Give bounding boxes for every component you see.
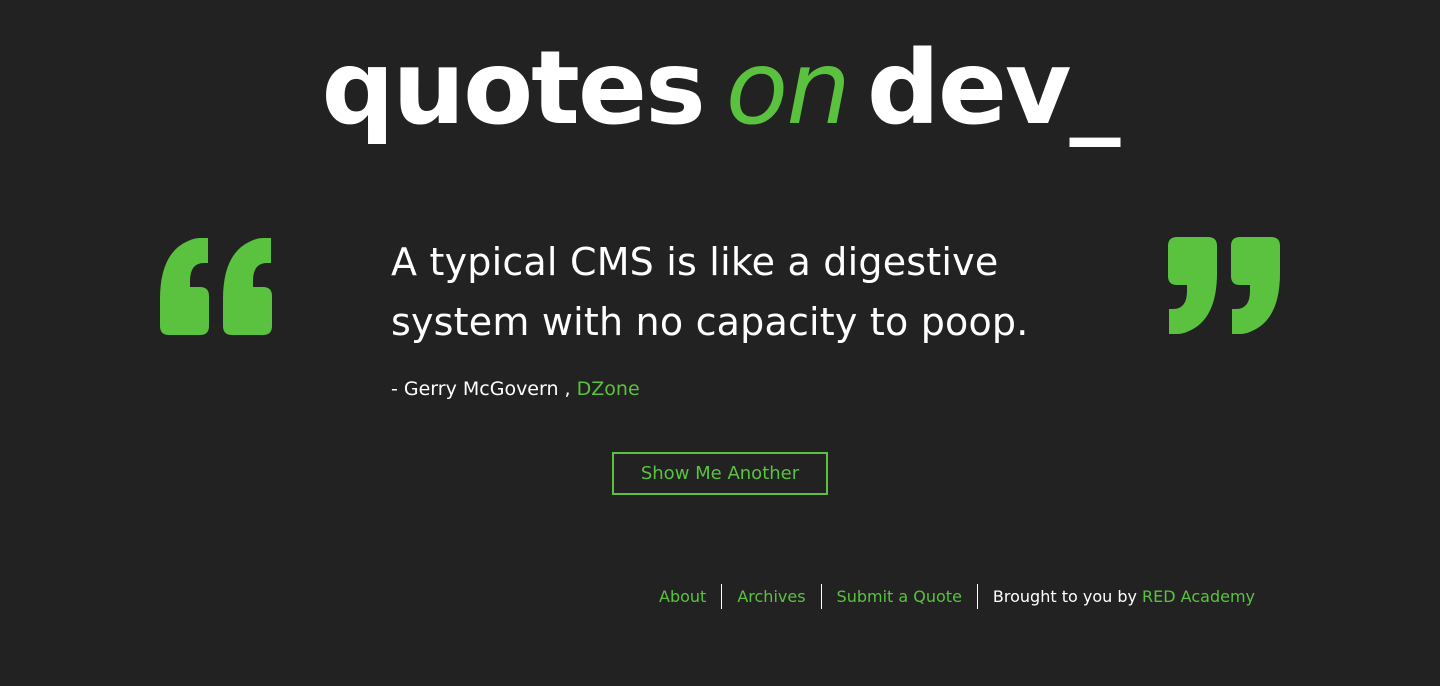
quote-attribution: - Gerry McGovern , DZone bbox=[391, 376, 640, 402]
logo-word-quotes: quotes bbox=[321, 29, 705, 148]
quote-author: - Gerry McGovern , bbox=[391, 378, 571, 400]
show-another-button[interactable]: Show Me Another bbox=[612, 452, 828, 495]
footer-credit: Brought to you by RED Academy bbox=[978, 584, 1255, 609]
footer-credit-link[interactable]: RED Academy bbox=[1142, 587, 1255, 606]
site-logo[interactable]: quotes on dev_ bbox=[0, 28, 1440, 150]
footer-link-about[interactable]: About bbox=[659, 584, 721, 609]
footer-credit-text: Brought to you by bbox=[992, 587, 1137, 606]
logo-word-dev: dev_ bbox=[866, 29, 1121, 148]
open-quote-icon bbox=[160, 237, 272, 335]
quote-text: A typical CMS is like a digestive system… bbox=[391, 240, 1029, 344]
quote-source-link[interactable]: DZone bbox=[577, 378, 640, 400]
close-quote-icon bbox=[1168, 237, 1280, 335]
footer-link-archives[interactable]: Archives bbox=[722, 584, 820, 609]
footer-nav: About Archives Submit a Quote Brought to… bbox=[659, 584, 1255, 609]
footer-link-submit-quote[interactable]: Submit a Quote bbox=[822, 584, 977, 609]
logo-word-on: on bbox=[725, 29, 851, 148]
